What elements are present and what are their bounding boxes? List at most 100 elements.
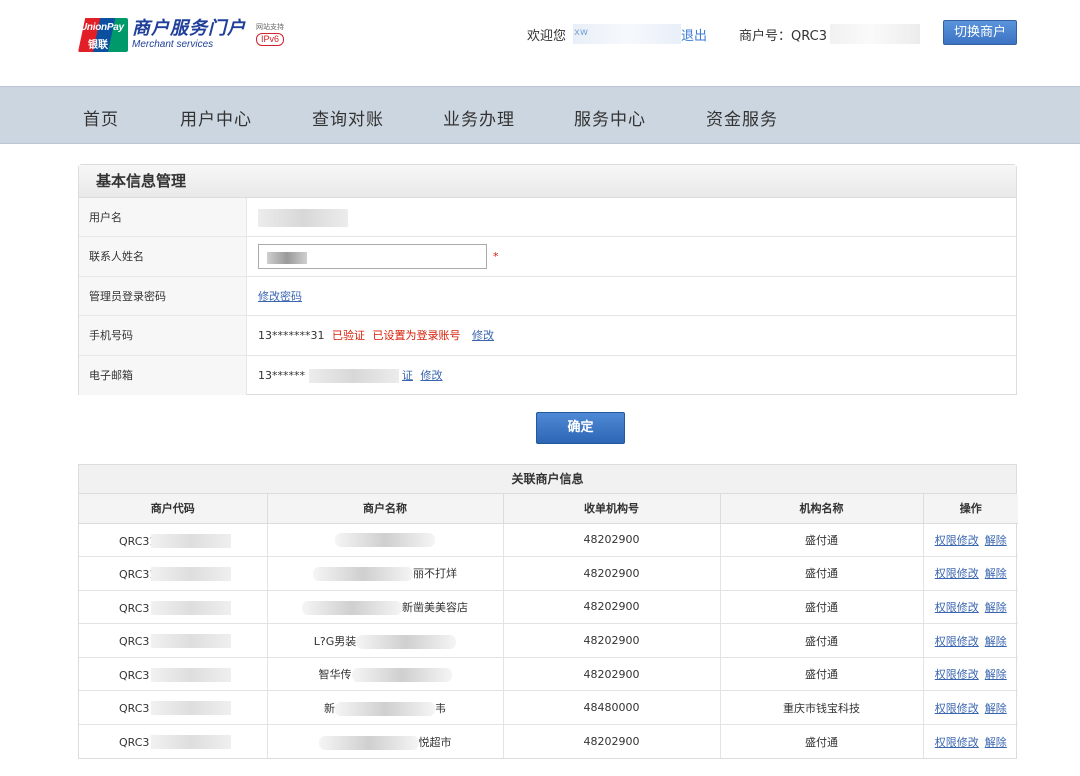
related-merchants-panel: 关联商户信息 商户代码 商户名称 收单机构号 机构名称 操作 QRC310 482… — [78, 464, 1018, 760]
merchant-name-cell: 丽不打烊 — [267, 556, 504, 591]
merchant-name-cell — [267, 523, 504, 558]
merchant-name-suffix: 丽不打烊 — [413, 567, 457, 581]
org-name: 盛付通 — [720, 556, 924, 591]
row-email: 电子邮箱 13****** 证 修改 — [79, 355, 1016, 395]
username-prefix: xw — [574, 27, 589, 38]
edit-permission-link[interactable]: 权限修改 — [935, 736, 979, 749]
edit-permission-link[interactable]: 权限修改 — [935, 702, 979, 715]
merchant-name-cell: 智华传 — [267, 657, 504, 692]
acquirer-id: 48480000 — [503, 690, 721, 726]
col-merchant-name: 商户名称 — [267, 494, 504, 524]
actions-cell: 权限修改 解除 — [923, 690, 1018, 726]
username-label: 用户名 — [79, 198, 247, 237]
nav-fund-service[interactable]: 资金服务 — [706, 105, 778, 130]
brand-logo[interactable]: UnionPay 银联 商户服务门户 Merchant services 网站支… — [78, 18, 284, 52]
top-header: UnionPay 银联 商户服务门户 Merchant services 网站支… — [0, 0, 1080, 86]
nav-home[interactable]: 首页 — [83, 105, 119, 130]
table-row: QRC310 48202900 盛付通 权限修改 解除 — [79, 523, 1018, 558]
merchant-code-masked — [151, 634, 231, 649]
merchant-name-masked — [335, 532, 435, 547]
phone-edit-link[interactable]: 修改 — [472, 329, 494, 342]
org-name: 盛付通 — [720, 523, 924, 558]
related-merchants-title: 关联商户信息 — [79, 465, 1016, 494]
required-marker: * — [493, 250, 499, 264]
merchant-name-masked — [318, 735, 419, 750]
merchant-code-cell: QRC3 — [79, 690, 268, 726]
merchant-code-masked — [151, 600, 231, 615]
email-masked-value — [308, 368, 399, 383]
email-verified-tail: 证 — [402, 368, 413, 382]
unbind-link[interactable]: 解除 — [985, 567, 1007, 580]
merchant-name-cell: 新韦 — [267, 690, 504, 726]
unbind-link[interactable]: 解除 — [985, 635, 1007, 648]
email-value: 13****** — [258, 368, 305, 382]
change-password-link[interactable]: 修改密码 — [258, 290, 302, 303]
merchant-name-suffix: 新凿美美容店 — [402, 600, 468, 614]
merchant-name-masked — [356, 634, 457, 649]
merchant-name-masked — [313, 567, 413, 582]
table-row: QRC3 L?G男装 48202900 盛付通 权限修改 解除 — [79, 623, 1018, 658]
acquirer-id: 48202900 — [503, 724, 721, 759]
actions-cell: 权限修改 解除 — [923, 523, 1018, 558]
unbind-link[interactable]: 解除 — [985, 601, 1007, 614]
nav-query-reconcile[interactable]: 查询对账 — [312, 105, 384, 130]
nav-user-center[interactable]: 用户中心 — [180, 105, 252, 130]
merchant-number-label: 商户号：QRC3 — [739, 29, 827, 44]
email-edit-link[interactable]: 修改 — [421, 369, 443, 382]
unbind-link[interactable]: 解除 — [985, 736, 1007, 749]
unbind-link[interactable]: 解除 — [985, 702, 1007, 715]
nav-service-center[interactable]: 服务中心 — [574, 105, 646, 130]
merchant-code-cell: QRC31 — [79, 556, 268, 591]
edit-permission-link[interactable]: 权限修改 — [935, 567, 979, 580]
acquirer-id: 48202900 — [503, 523, 721, 558]
basic-info-panel: 基本信息管理 用户名 联系人姓名 * 管理员登录密码 修改密码 手机号码 13*… — [78, 164, 1017, 395]
col-actions: 操作 — [923, 494, 1018, 524]
acquirer-id: 48202900 — [503, 623, 721, 658]
merchant-name-masked — [335, 701, 435, 716]
merchant-code: QRC3 — [119, 635, 150, 649]
edit-permission-link[interactable]: 权限修改 — [935, 635, 979, 648]
admin-password-label: 管理员登录密码 — [79, 276, 247, 316]
edit-permission-link[interactable]: 权限修改 — [935, 534, 979, 547]
merchant-code-masked — [151, 533, 231, 548]
row-username: 用户名 — [79, 198, 1016, 238]
merchant-code-masked — [151, 701, 231, 716]
merchant-code-cell: QRC310 — [79, 523, 268, 558]
merchant-name-suffix: 韦 — [435, 701, 446, 715]
acquirer-id: 48202900 — [503, 657, 721, 692]
phone-login-status: 已设置为登录账号 — [372, 329, 461, 343]
confirm-button[interactable]: 确定 — [536, 412, 625, 444]
phone-label: 手机号码 — [79, 316, 247, 355]
merchant-name-masked — [351, 668, 452, 683]
org-name: 重庆市钱宝科技 — [720, 690, 924, 726]
acquirer-id: 48202900 — [503, 590, 721, 625]
unbind-link[interactable]: 解除 — [985, 668, 1007, 681]
table-row: QRC3 新韦 48480000 重庆市钱宝科技 权限修改 解除 — [79, 690, 1018, 726]
merchant-number-masked — [830, 24, 920, 44]
unbind-link[interactable]: 解除 — [985, 534, 1007, 547]
merchant-code-cell: QRC3 — [79, 657, 268, 692]
main-nav: 首页 用户中心 查询对账 业务办理 服务中心 资金服务 — [0, 86, 1080, 144]
phone-value: 13*******31 — [258, 329, 325, 343]
brand-title-en: Merchant services — [132, 39, 214, 50]
table-header-row: 商户代码 商户名称 收单机构号 机构名称 操作 — [79, 494, 1018, 524]
contact-name-input[interactable] — [258, 244, 487, 270]
email-label: 电子邮箱 — [79, 355, 247, 395]
switch-merchant-button[interactable]: 切换商户 — [943, 20, 1017, 45]
edit-permission-link[interactable]: 权限修改 — [935, 601, 979, 614]
col-org-name: 机构名称 — [720, 494, 924, 524]
nav-business[interactable]: 业务办理 — [443, 105, 515, 130]
table-row: QRC3 智华传 48202900 盛付通 权限修改 解除 — [79, 657, 1018, 692]
merchant-name-prefix: L?G男装 — [313, 634, 357, 648]
merchant-name-cell: 新凿美美容店 — [267, 590, 504, 625]
row-admin-password: 管理员登录密码 修改密码 — [79, 276, 1016, 317]
merchant-code-cell: QRC3 — [79, 724, 268, 759]
logout-link[interactable]: 退出 — [681, 25, 707, 44]
merchant-name-prefix: 智华传 — [318, 668, 352, 682]
table-row: QRC3 新凿美美容店 48202900 盛付通 权限修改 解除 — [79, 590, 1018, 625]
merchant-name-cell: L?G男装 — [267, 623, 504, 658]
org-name: 盛付通 — [720, 657, 924, 692]
edit-permission-link[interactable]: 权限修改 — [935, 668, 979, 681]
unionpay-logo: UnionPay 银联 — [78, 18, 128, 52]
actions-cell: 权限修改 解除 — [923, 556, 1018, 591]
